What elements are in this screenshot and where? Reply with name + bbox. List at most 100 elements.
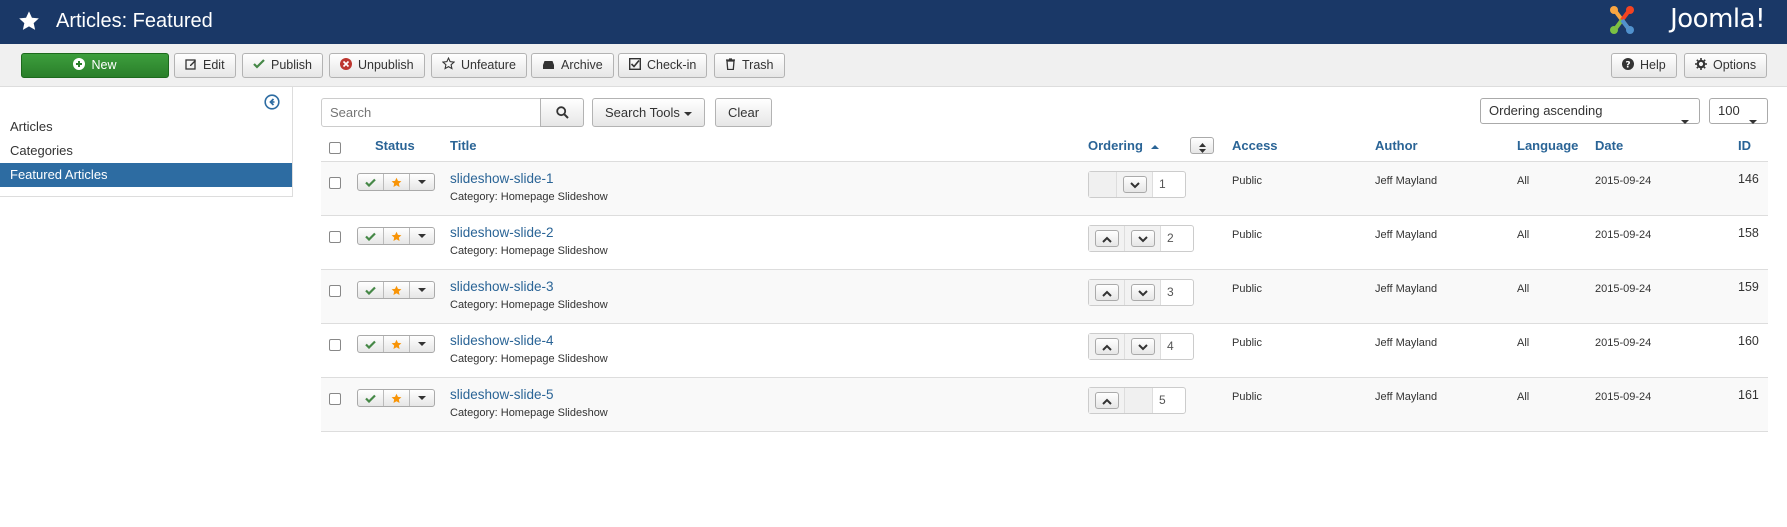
actions-dropdown[interactable] [410,336,434,352]
id-cell: 158 [1738,226,1759,240]
archive-icon [542,55,555,78]
trash-button[interactable]: Trash [714,53,785,78]
search-input[interactable] [321,98,541,127]
ordering-value[interactable]: 5 [1153,388,1185,413]
row-checkbox[interactable] [329,177,341,189]
article-title-link[interactable]: slideshow-slide-3 [450,279,554,294]
row-checkbox[interactable] [329,393,341,405]
sidebar-item-featured-articles[interactable]: Featured Articles [0,163,292,187]
author-cell[interactable]: Jeff Mayland [1375,283,1437,295]
author-cell[interactable]: Jeff Mayland [1375,391,1437,403]
language-cell: All [1517,175,1530,187]
move-down-button[interactable] [1125,226,1161,251]
date-cell: 2015-09-24 [1595,175,1652,187]
move-up-button[interactable] [1089,280,1125,305]
ordering-controls: 2 [1088,225,1194,252]
search-button[interactable] [540,98,584,127]
unpublish-button[interactable]: Unpublish [329,53,425,78]
caret-down-icon [1681,109,1689,133]
edit-button[interactable]: Edit [174,53,236,78]
move-up-button[interactable] [1089,334,1125,359]
author-cell[interactable]: Jeff Mayland [1375,175,1437,187]
featured-star-icon [391,228,402,244]
date-cell: 2015-09-24 [1595,337,1652,349]
actions-dropdown[interactable] [410,228,434,244]
featured-toggle[interactable] [384,174,410,190]
column-access[interactable]: Access [1232,138,1278,153]
access-cell: Public [1232,229,1262,241]
column-status[interactable]: Status [375,138,415,153]
ordering-controls: 3 [1088,279,1194,306]
featured-toggle[interactable] [384,228,410,244]
star-icon [18,10,40,35]
row-checkbox[interactable] [329,285,341,297]
caret-down-icon [418,228,426,244]
article-title-link[interactable]: slideshow-slide-2 [450,225,554,240]
date-cell: 2015-09-24 [1595,391,1652,403]
options-button[interactable]: Options [1684,53,1768,78]
row-checkbox[interactable] [329,231,341,243]
move-down-button[interactable] [1125,280,1161,305]
article-title-link[interactable]: slideshow-slide-1 [450,171,554,186]
ordering-controls: 5 [1088,387,1186,414]
featured-toggle[interactable] [384,390,410,406]
featured-toggle[interactable] [384,336,410,352]
article-category: Category: Homepage Slideshow [450,191,608,203]
publish-button[interactable]: Publish [242,53,323,78]
clear-button[interactable]: Clear [715,98,773,127]
archive-button[interactable]: Archive [531,53,614,78]
sort-icon [1199,141,1206,156]
access-cell: Public [1232,337,1262,349]
new-button[interactable]: New [21,53,169,78]
column-language[interactable]: Language [1517,138,1578,153]
column-ordering[interactable]: Ordering [1088,138,1159,153]
collapse-sidebar-icon[interactable] [264,94,280,113]
joomla-logo-icon[interactable] [1605,2,1639,41]
column-author[interactable]: Author [1375,138,1418,153]
move-down-button[interactable] [1117,172,1153,197]
caret-down-icon [418,336,426,352]
actions-dropdown[interactable] [410,282,434,298]
article-title-link[interactable]: slideshow-slide-5 [450,387,554,402]
published-toggle[interactable] [358,228,384,244]
help-button[interactable]: ? Help [1611,53,1677,78]
unfeature-button[interactable]: Unfeature [431,53,527,78]
published-toggle[interactable] [358,174,384,190]
check-icon [365,282,376,298]
published-toggle[interactable] [358,336,384,352]
move-up-button[interactable] [1089,388,1125,413]
move-down-button[interactable] [1125,334,1161,359]
chevron-up-icon [1101,285,1112,300]
limit-select[interactable]: 100 [1709,98,1768,124]
column-date[interactable]: Date [1595,138,1623,153]
published-toggle[interactable] [358,390,384,406]
check-icon [365,228,376,244]
author-cell[interactable]: Jeff Mayland [1375,229,1437,241]
row-checkbox[interactable] [329,339,341,351]
ordering-value[interactable]: 3 [1161,280,1193,305]
sidebar-item-articles[interactable]: Articles [0,115,292,139]
save-order-button[interactable] [1190,137,1214,154]
checkin-button[interactable]: Check-in [618,53,708,78]
status-controls [357,281,435,299]
published-toggle[interactable] [358,282,384,298]
search-tools-button[interactable]: Search Tools [592,98,705,127]
caret-down-icon [1749,109,1757,133]
table-row: slideshow-slide-2 Category: Homepage Slid… [321,216,1768,270]
featured-star-icon [391,174,402,190]
ordering-select[interactable]: Ordering ascending [1480,98,1700,124]
ordering-value[interactable]: 2 [1161,226,1193,251]
ordering-value[interactable]: 4 [1161,334,1193,359]
ordering-value[interactable]: 1 [1153,172,1185,197]
actions-dropdown[interactable] [410,174,434,190]
column-title[interactable]: Title [450,138,477,153]
featured-toggle[interactable] [384,282,410,298]
select-all-checkbox[interactable] [329,142,341,154]
sidebar-item-categories[interactable]: Categories [0,139,292,163]
author-cell[interactable]: Jeff Mayland [1375,337,1437,349]
article-title-link[interactable]: slideshow-slide-4 [450,333,554,348]
plus-circle-icon [73,55,86,78]
actions-dropdown[interactable] [410,390,434,406]
move-up-button[interactable] [1089,226,1125,251]
column-id[interactable]: ID [1738,138,1751,153]
